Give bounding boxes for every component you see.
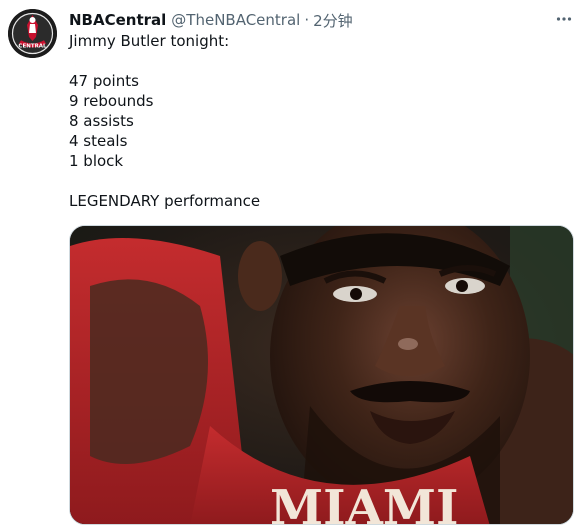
- tweet-text-line: 1 block: [69, 152, 124, 170]
- tweet-text-line: LEGENDARY performance: [69, 192, 261, 210]
- tweet-text-line: 8 assists: [69, 112, 134, 130]
- tweet-header: NBACentral @TheNBACentral · 2分钟: [69, 9, 353, 31]
- avatar[interactable]: CENTRAL: [8, 9, 57, 58]
- avatar-logo-text: CENTRAL: [18, 44, 47, 50]
- tweet-text-line: [69, 171, 260, 191]
- tweet[interactable]: CENTRAL NBACentral @TheNBACentral · 2分钟 …: [0, 0, 588, 528]
- player-closeup-image: MIAMI: [70, 226, 573, 525]
- display-name[interactable]: NBACentral: [69, 11, 166, 29]
- jersey-text: MIAMI: [270, 480, 458, 525]
- tweet-text: Jimmy Butler tonight: 47 points 9 reboun…: [69, 31, 260, 211]
- more-horizontal-icon: [556, 17, 572, 21]
- nbacentral-logo: CENTRAL: [8, 9, 57, 58]
- separator-dot: ·: [304, 11, 310, 29]
- tweet-text-line: [69, 51, 260, 71]
- tweet-text-line: 9 rebounds: [69, 92, 154, 110]
- tweet-media-image[interactable]: MIAMI: [69, 225, 574, 525]
- tweet-text-line: 4 steals: [69, 132, 128, 150]
- more-button[interactable]: [554, 9, 574, 29]
- handle[interactable]: @TheNBACentral: [171, 11, 300, 29]
- tweet-text-line: Jimmy Butler tonight:: [69, 32, 230, 50]
- timestamp[interactable]: 2分钟: [313, 10, 353, 31]
- tweet-text-line: 47 points: [69, 72, 139, 90]
